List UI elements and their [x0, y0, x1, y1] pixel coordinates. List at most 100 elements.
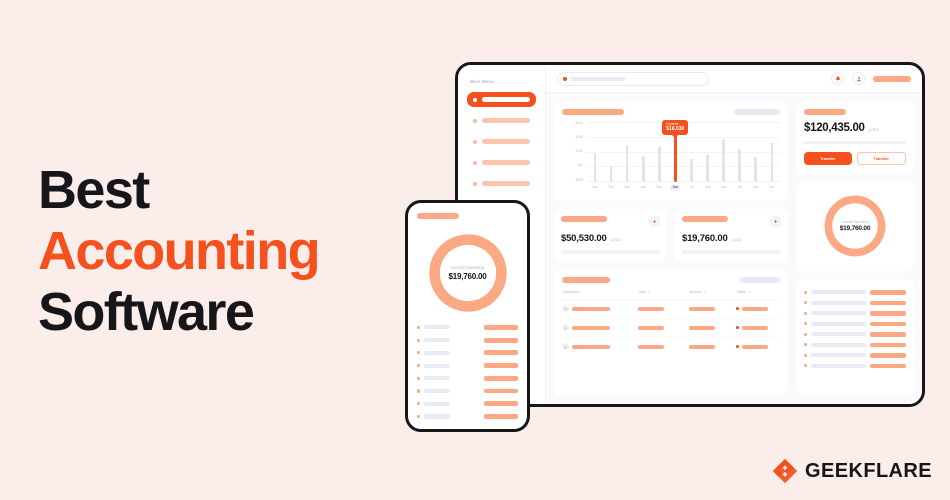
list-item-value — [484, 337, 518, 343]
column-header-transaction: Transaction — [562, 290, 638, 294]
x-tick-apr: Apr — [640, 185, 646, 190]
list-item[interactable] — [417, 388, 518, 394]
y-tick: $20k — [575, 121, 583, 125]
list-item-label — [424, 350, 451, 355]
balance-subline — [804, 140, 906, 144]
list-item-value — [870, 363, 906, 368]
list-item[interactable] — [417, 401, 518, 407]
bar — [673, 133, 677, 182]
chart-area: $20k $15k $10k $5k $500 Jan Feb Mar Apr … — [562, 120, 780, 193]
table-row[interactable] — [562, 319, 780, 338]
bar — [706, 154, 709, 182]
bar — [593, 152, 597, 182]
list-item[interactable] — [417, 350, 518, 356]
bar — [770, 142, 774, 182]
x-tick-feb: Feb — [608, 185, 614, 190]
list-item[interactable] — [804, 308, 906, 319]
list-item-value — [484, 350, 518, 356]
bar — [658, 146, 661, 182]
stat-amount: $19,760.00 — [682, 233, 728, 244]
table-row[interactable] — [562, 338, 780, 356]
list-item-label — [424, 388, 451, 394]
stat-amount: $50,530.00 — [561, 233, 607, 244]
sidebar-item-2[interactable] — [467, 134, 536, 149]
date-value — [638, 344, 665, 349]
search-input[interactable] — [557, 71, 709, 86]
stat-currency: (USD) — [610, 238, 621, 242]
chart-bar-dec — [767, 142, 777, 182]
list-item[interactable] — [417, 414, 518, 419]
amount-value — [689, 344, 716, 349]
list-item[interactable] — [804, 329, 906, 340]
table-row[interactable] — [562, 300, 780, 319]
transfer-secondary-button[interactable]: Transfer — [856, 152, 906, 165]
list-item[interactable] — [804, 287, 906, 298]
x-tick-mar: Mar — [624, 185, 630, 190]
list-item[interactable] — [417, 375, 518, 381]
column-label: Transaction — [562, 289, 580, 294]
cell-date — [638, 325, 689, 330]
list-item[interactable] — [804, 361, 906, 372]
bullet-icon — [804, 301, 807, 305]
list-item-label — [424, 363, 451, 368]
bullet-icon — [804, 322, 807, 326]
chart-bar-may — [654, 146, 664, 182]
donut-value: $19,760.00 — [839, 225, 871, 233]
geekflare-logo: GEEKFLARE — [772, 458, 932, 484]
list-item[interactable] — [417, 363, 518, 368]
date-value — [638, 325, 665, 330]
column-header-status[interactable]: Status — [736, 290, 780, 294]
chevron-down-icon — [703, 290, 706, 293]
sidebar-item-label — [482, 139, 530, 144]
transfer-button[interactable]: Transfer — [804, 152, 852, 165]
list-item[interactable] — [417, 325, 518, 330]
tooltip-value: $16,030 — [666, 126, 685, 133]
chart-bar-jul — [686, 159, 696, 182]
user-avatar-icon — [562, 305, 569, 312]
list-item-label — [811, 363, 866, 368]
bullet-icon — [473, 118, 477, 123]
list-item[interactable] — [804, 298, 906, 309]
list-item-label — [424, 376, 451, 381]
profile-pill[interactable] — [873, 75, 911, 82]
stat-tag — [682, 216, 728, 222]
user-avatar-icon — [562, 324, 569, 331]
user-icon — [856, 76, 861, 81]
bell-icon — [835, 76, 840, 81]
notification-button[interactable] — [831, 72, 844, 85]
sidebar-title: Main Menu — [470, 79, 494, 84]
list-item-label — [811, 332, 866, 337]
sidebar-item-3[interactable] — [467, 155, 536, 170]
sidebar-item-4[interactable] — [467, 176, 536, 191]
y-tick: $15k — [575, 135, 583, 140]
cell-transaction — [562, 324, 638, 331]
stat-header — [682, 216, 781, 227]
chart-plot: Jan Feb Mar Apr May Jun Jul Aug Sep Oct Nov Dec Exp… — [587, 120, 780, 193]
stat-amount-row: $19,760.00 (USD) — [682, 233, 781, 244]
account-button[interactable] — [852, 72, 865, 85]
dashboard-content: $20k $15k $10k $5k $500 Jan Feb Mar Apr … — [546, 93, 922, 404]
y-tick: $10k — [575, 149, 583, 154]
x-tick-sep: Sep — [720, 185, 727, 190]
donut-label: Overall Spending — [841, 219, 869, 224]
chart-bar-nov — [751, 157, 761, 182]
cell-transaction — [562, 305, 638, 312]
list-item[interactable] — [804, 340, 906, 351]
transactions-action[interactable] — [740, 276, 780, 283]
list-item-label — [811, 290, 866, 295]
column-header-date[interactable]: Date — [638, 290, 689, 294]
column-header-amount[interactable]: Amount — [689, 290, 736, 294]
date-value — [638, 306, 665, 311]
side-list — [804, 287, 906, 371]
list-item[interactable] — [804, 350, 906, 361]
list-item[interactable] — [417, 337, 518, 343]
table-column-headers: Transaction Date Amount Status — [562, 290, 780, 300]
list-item-value — [870, 353, 906, 358]
phone-donut-value: $19,760.00 — [448, 272, 487, 281]
sidebar-item-0[interactable] — [467, 92, 536, 107]
amount-value — [689, 325, 716, 330]
list-item[interactable] — [804, 319, 906, 330]
bullet-icon — [804, 364, 807, 368]
phone-donut-section: Overall Spending $19,760.00 — [417, 229, 518, 317]
sidebar-item-1[interactable] — [467, 113, 536, 128]
